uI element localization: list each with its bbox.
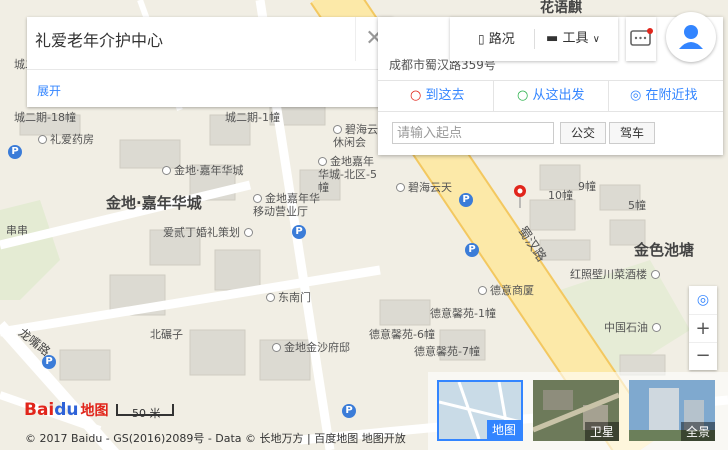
poi-icon bbox=[243, 228, 253, 237]
map-label: 金地金沙府邸 bbox=[272, 341, 350, 354]
map-label: 金地·嘉年华城 bbox=[162, 164, 244, 177]
poi-icon bbox=[38, 135, 47, 144]
nearby-search-icon: ◎ bbox=[630, 88, 642, 103]
map-label: 德意商厦 bbox=[478, 284, 534, 297]
nearby-tab[interactable]: ◎ 在附近找 bbox=[630, 81, 698, 111]
map-label: 串串 bbox=[6, 224, 28, 237]
start-point-input[interactable] bbox=[392, 122, 554, 144]
map-label: 城二期-18幢 bbox=[14, 111, 76, 124]
chevron-down-icon: ∨ bbox=[592, 34, 600, 45]
map-label: 德意馨苑-6幢 bbox=[369, 328, 435, 341]
locate-icon: ◎ bbox=[696, 292, 710, 308]
message-icon bbox=[630, 28, 653, 46]
baidu-logo: Baidu 地图 bbox=[24, 400, 109, 420]
parking-icon: P bbox=[292, 225, 306, 239]
map-label: 北碾子 bbox=[150, 328, 183, 341]
zoom-in-button[interactable]: + bbox=[689, 314, 717, 343]
map-label: 红照壁川菜酒楼 bbox=[570, 268, 663, 281]
poi-icon bbox=[162, 166, 171, 175]
poi-icon bbox=[478, 286, 487, 295]
from-here-tab[interactable]: ○ 从这出发 bbox=[517, 81, 585, 111]
map-label: 金地嘉年华城-北区-5幢 bbox=[318, 155, 377, 194]
divider bbox=[608, 81, 609, 111]
expand-link[interactable]: 展开 bbox=[37, 82, 61, 99]
poi-icon bbox=[650, 270, 660, 279]
map-label: 碧海云天 bbox=[396, 181, 452, 194]
messages-button[interactable] bbox=[626, 17, 656, 61]
parking-icon: P bbox=[8, 145, 22, 159]
avatar[interactable] bbox=[666, 12, 716, 62]
poi-icon bbox=[318, 157, 327, 166]
search-input[interactable] bbox=[27, 17, 360, 61]
parking-icon: P bbox=[42, 355, 56, 369]
map-label: 9幢 bbox=[578, 180, 596, 193]
map-label: 金地嘉年华移动营业厅 bbox=[253, 192, 320, 218]
map-label: 爱贰丁婚礼策划 bbox=[163, 226, 256, 239]
map-label: 碧海云休闲会 bbox=[333, 123, 378, 149]
map-label: 东南门 bbox=[266, 291, 311, 304]
toolbar: ▯ 路况 ▬ 工具 ∨ bbox=[450, 17, 618, 61]
map-label: 德意馨苑-7幢 bbox=[414, 345, 480, 358]
poi-icon bbox=[333, 125, 342, 134]
gate-icon bbox=[266, 293, 275, 302]
map-label: 花语麒 bbox=[540, 0, 582, 16]
map-label: 城二期-1幢 bbox=[225, 111, 280, 124]
divider bbox=[534, 29, 535, 49]
locate-button[interactable]: ◎ bbox=[689, 286, 717, 314]
map-label: 礼爱药房 bbox=[38, 133, 94, 146]
search-panel: ✕ 展开 bbox=[27, 17, 393, 107]
map-type-panorama[interactable]: 全景 bbox=[629, 380, 715, 441]
map-label: 中国石油 bbox=[604, 321, 664, 334]
traffic-light-icon: ▯ bbox=[478, 32, 485, 46]
map-type-satellite[interactable]: 卫星 bbox=[532, 380, 620, 441]
expand-row: 展开 bbox=[27, 69, 393, 108]
zoom-out-button[interactable]: − bbox=[689, 342, 717, 371]
map-label: 德意馨苑-1幢 bbox=[430, 307, 496, 320]
popup-tabs: ○ 到这去 ○ 从这出发 ◎ 在附近找 bbox=[378, 80, 723, 112]
poi-icon bbox=[272, 343, 281, 352]
drive-button[interactable]: 驾车 bbox=[609, 122, 655, 144]
map-type-map[interactable]: 地图 bbox=[437, 380, 523, 441]
map-district-label: 金地·嘉年华城 bbox=[106, 194, 202, 212]
traffic-button[interactable]: ▯ 路况 bbox=[478, 17, 515, 61]
parking-icon: P bbox=[459, 193, 473, 207]
copyright-text: © 2017 Baidu - GS(2016)2089号 - Data © 长地… bbox=[25, 432, 406, 445]
poi-icon bbox=[253, 194, 262, 203]
parking-icon: P bbox=[465, 243, 479, 257]
toolbox-icon: ▬ bbox=[546, 31, 559, 46]
map-district-label: 金色池塘 bbox=[634, 241, 695, 259]
map-label: 10幢 bbox=[548, 189, 573, 202]
user-icon bbox=[679, 25, 703, 49]
divider bbox=[493, 81, 494, 111]
poi-icon bbox=[651, 323, 661, 332]
poi-icon bbox=[396, 183, 405, 192]
tools-button[interactable]: ▬ 工具 ∨ bbox=[546, 17, 600, 61]
parking-icon: P bbox=[342, 404, 356, 418]
scale-label: 50 米 bbox=[132, 407, 161, 420]
map-label: 5幢 bbox=[628, 199, 646, 212]
go-here-tab[interactable]: ○ 到这去 bbox=[410, 81, 465, 111]
bus-button[interactable]: 公交 bbox=[560, 122, 606, 144]
zoom-control: ◎ + − bbox=[689, 286, 717, 370]
